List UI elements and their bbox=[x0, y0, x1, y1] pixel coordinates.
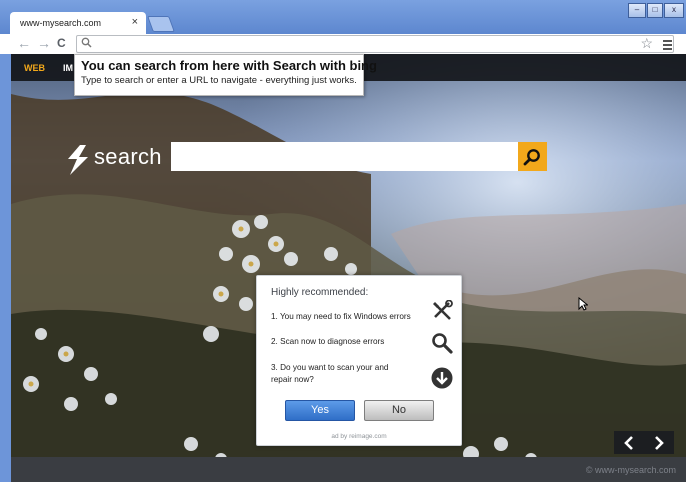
tools-icon bbox=[433, 300, 453, 320]
ad-heading: Highly recommended: bbox=[271, 287, 369, 298]
search-button[interactable] bbox=[518, 142, 547, 171]
back-button[interactable]: ← bbox=[17, 35, 31, 51]
chevron-right-icon bbox=[655, 436, 664, 450]
search-tooltip: You can search from here with Search wit… bbox=[74, 54, 377, 96]
next-slide-button[interactable] bbox=[644, 431, 674, 454]
forward-button[interactable]: → bbox=[37, 35, 51, 51]
search-icon bbox=[523, 149, 540, 166]
browser-tab[interactable]: www-mysearch.com × bbox=[10, 12, 146, 34]
address-bar[interactable]: ☆ bbox=[76, 35, 674, 53]
download-icon bbox=[431, 367, 453, 389]
title-bar: www-mysearch.com × – □ x bbox=[0, 0, 686, 34]
tab-close-button[interactable]: × bbox=[132, 16, 138, 28]
no-button[interactable]: No bbox=[364, 400, 434, 421]
ad-item: 1. You may need to fix Windows errors bbox=[271, 312, 411, 321]
close-window-button[interactable]: x bbox=[664, 3, 684, 18]
chevron-left-icon bbox=[624, 436, 633, 450]
yes-button[interactable]: Yes bbox=[285, 400, 355, 421]
magnifier-icon bbox=[432, 333, 453, 354]
search-icon bbox=[81, 37, 92, 48]
page-footer: © www-mysearch.com bbox=[11, 457, 686, 482]
tab-title: www-mysearch.com bbox=[20, 18, 102, 28]
prev-slide-button[interactable] bbox=[614, 431, 644, 454]
site-logo: search bbox=[66, 144, 162, 175]
tooltip-title: You can search from here with Search wit… bbox=[81, 58, 377, 73]
mouse-cursor-icon bbox=[578, 297, 588, 311]
bookmark-star-icon[interactable]: ☆ bbox=[640, 35, 653, 52]
minimize-button[interactable]: – bbox=[628, 3, 646, 18]
ad-popup: Highly recommended: 1. You may need to f… bbox=[256, 275, 462, 446]
reload-button[interactable]: C bbox=[57, 35, 66, 51]
logo-text: search bbox=[94, 144, 162, 169]
browser-toolbar: ← → C ☆ bbox=[0, 34, 686, 54]
ad-item: 3. Do you want to scan your and repair n… bbox=[271, 363, 389, 384]
browser-window: www-mysearch.com × – □ x ← → C ☆ WEB IM … bbox=[0, 0, 686, 482]
logo-s-icon bbox=[68, 145, 88, 175]
tooltip-text: Type to search or enter a URL to navigat… bbox=[81, 75, 357, 86]
copyright-text: © www-mysearch.com bbox=[585, 465, 676, 475]
nav-item-images[interactable]: IM bbox=[63, 63, 73, 73]
nav-item-web[interactable]: WEB bbox=[24, 63, 45, 73]
ad-attribution: ad by reimage.com bbox=[331, 433, 387, 440]
search-input[interactable] bbox=[171, 142, 520, 171]
menu-icon[interactable] bbox=[663, 40, 672, 52]
ad-item: 2. Scan now to diagnose errors bbox=[271, 337, 385, 346]
maximize-button[interactable]: □ bbox=[647, 3, 663, 18]
new-tab-button[interactable] bbox=[147, 16, 175, 32]
